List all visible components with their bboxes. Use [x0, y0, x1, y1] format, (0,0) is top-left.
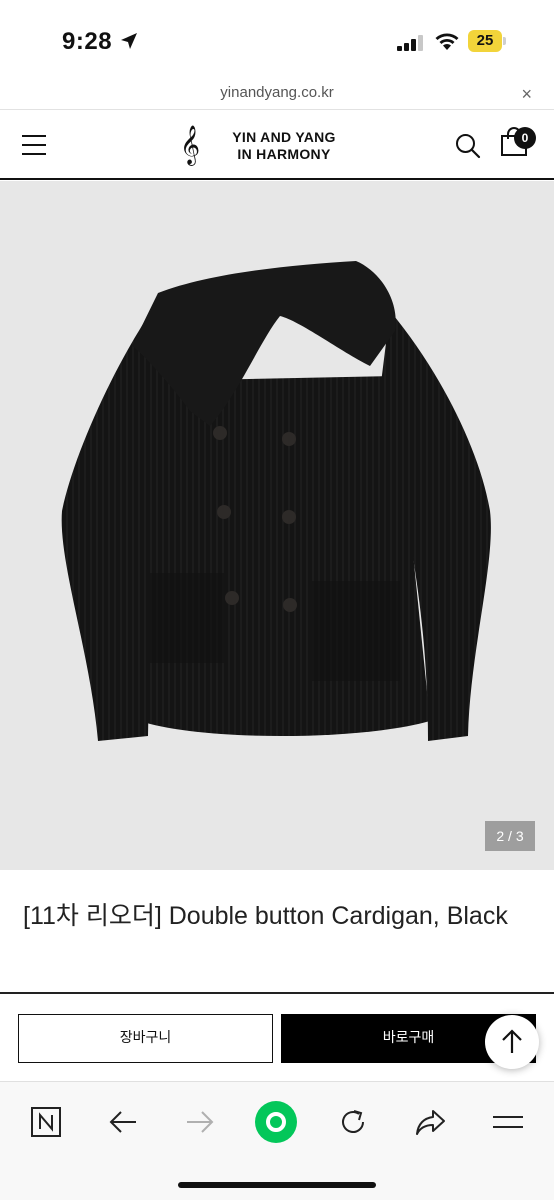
purchase-bar: 장바구니 바로구매 [0, 994, 554, 1080]
add-to-cart-button[interactable]: 장바구니 [18, 1014, 273, 1063]
share-icon[interactable] [409, 1100, 453, 1144]
product-title: [11차 리오더] Double button Cardigan, Black [23, 902, 508, 930]
refresh-icon[interactable] [331, 1100, 375, 1144]
site-logo[interactable]: YIN AND YANG IN HARMONY [224, 129, 344, 163]
scroll-to-top-button[interactable] [485, 1015, 539, 1069]
site-header: 𝄞 YIN AND YANG IN HARMONY [0, 111, 554, 180]
arrow-up-icon [502, 1029, 522, 1053]
url-text[interactable]: yinandyang.co.kr [0, 84, 554, 101]
wifi-icon [435, 33, 459, 50]
battery-level: 25 [476, 32, 494, 49]
browser-toolbar [0, 1081, 554, 1200]
home-indicator [178, 1182, 376, 1188]
status-bar: 9:28 25 [0, 0, 554, 78]
close-icon[interactable]: × [521, 84, 532, 105]
back-arrow-icon[interactable] [101, 1100, 145, 1144]
search-icon[interactable] [455, 133, 481, 159]
location-arrow-icon [121, 33, 137, 49]
forward-arrow-icon [178, 1100, 222, 1144]
naver-home-icon[interactable] [24, 1100, 68, 1144]
cart-count-badge[interactable]: 0 [514, 127, 536, 149]
url-bar[interactable]: yinandyang.co.kr × [0, 78, 554, 110]
cardigan-photo [61, 261, 491, 741]
status-time: 9:28 [62, 28, 113, 55]
logo-line-1: YIN AND YANG [232, 129, 336, 145]
menu-icon[interactable] [486, 1100, 530, 1144]
hamburger-menu-icon[interactable] [22, 135, 46, 155]
slide-counter: 2 / 3 [485, 821, 535, 851]
treble-clef-logo-icon[interactable]: 𝄞 [180, 125, 200, 165]
naver-green-icon[interactable] [254, 1100, 298, 1144]
cellular-signal-icon [397, 35, 423, 51]
product-image[interactable]: 2 / 3 [0, 181, 554, 870]
battery-indicator: 25 [468, 30, 506, 52]
logo-line-2: IN HARMONY [237, 146, 331, 162]
